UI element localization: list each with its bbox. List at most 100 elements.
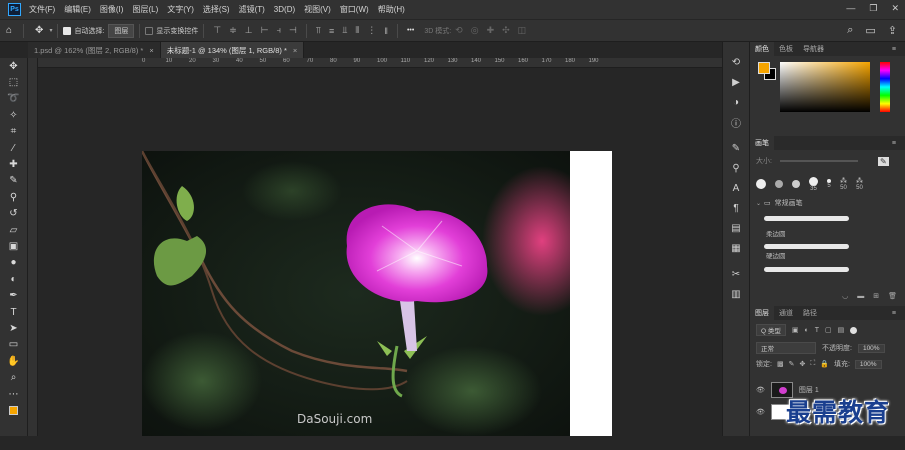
minimize-icon[interactable]: —: [846, 3, 855, 14]
brush-size-slider[interactable]: [779, 160, 858, 162]
align-hcenter-icon[interactable]: ⫞: [276, 25, 281, 36]
distribute-right-icon[interactable]: ‖: [384, 26, 388, 36]
pen-tool-icon[interactable]: ✒: [0, 287, 27, 303]
trash-icon[interactable]: 🗑: [888, 292, 897, 300]
eyedropper-icon[interactable]: ⁄: [0, 140, 27, 156]
tab-navigator[interactable]: 导航器: [798, 44, 829, 54]
eraser-tool-icon[interactable]: ▱: [0, 222, 27, 238]
orbit-3d-icon[interactable]: ⟲: [455, 25, 463, 36]
preset-round-icon[interactable]: [792, 180, 800, 188]
tab-1-psd[interactable]: 1.psd @ 162% (图层 2, RGB/8) * ×: [28, 42, 161, 58]
tab-brushes[interactable]: 画笔: [750, 136, 774, 150]
pan-3d-icon[interactable]: ✚: [487, 25, 495, 36]
filter-smart-icon[interactable]: ▤: [838, 326, 845, 334]
preset-soft-round-icon[interactable]: [775, 180, 783, 188]
clone-stamp-icon[interactable]: ⚲: [0, 189, 27, 205]
align-right-icon[interactable]: ⊣: [289, 25, 297, 36]
menu-window[interactable]: 窗口(W): [340, 4, 369, 15]
distribute-hcenter-icon[interactable]: ⋮: [367, 25, 376, 36]
shape-tool-icon[interactable]: ▭: [0, 337, 27, 353]
roll-3d-icon[interactable]: ◎: [471, 25, 479, 36]
align-vcenter-icon[interactable]: ≑: [229, 25, 237, 36]
zoom-tool-icon[interactable]: ⌕: [0, 369, 27, 385]
blur-tool-icon[interactable]: ●: [0, 255, 27, 271]
opacity-input[interactable]: 100%: [857, 343, 885, 353]
paragraph-icon[interactable]: ¶: [723, 198, 749, 218]
new-brush-icon[interactable]: ⊞: [873, 292, 879, 300]
canvas-area[interactable]: DaSouji.com: [38, 68, 722, 436]
align-top-icon[interactable]: ⊤: [213, 25, 221, 36]
brush-settings-icon[interactable]: ✎: [723, 138, 749, 158]
chevron-down-icon[interactable]: ▾: [49, 27, 52, 34]
menu-layer[interactable]: 图层(L): [132, 4, 158, 15]
distribute-bottom-icon[interactable]: ⫫: [342, 25, 347, 36]
distribute-vcenter-icon[interactable]: ≡: [329, 26, 334, 36]
panel-menu-icon[interactable]: ≡: [887, 46, 901, 53]
filter-adjust-icon[interactable]: ◐: [805, 327, 809, 334]
distribute-left-icon[interactable]: ⦀: [355, 25, 359, 36]
actions-play-icon[interactable]: ▶: [723, 72, 749, 92]
preset-50a[interactable]: ⁂ 50: [840, 177, 847, 191]
lock-move-icon[interactable]: ✥: [799, 360, 805, 368]
adjustments-icon[interactable]: ◑: [723, 92, 749, 112]
move-tool-icon[interactable]: ✥: [35, 25, 43, 36]
new-brush-icon[interactable]: ✎: [877, 156, 889, 166]
character-icon[interactable]: A: [723, 178, 749, 198]
lock-paint-icon[interactable]: ✎: [789, 360, 795, 368]
hand-tool-icon[interactable]: ✋: [0, 353, 27, 369]
filter-shape-icon[interactable]: ▢: [825, 326, 832, 334]
tool-presets-icon[interactable]: ✂: [723, 264, 749, 284]
menu-filter[interactable]: 滤镜(T): [239, 4, 265, 15]
menu-select[interactable]: 选择(S): [203, 4, 230, 15]
history-brush-icon[interactable]: ↺: [0, 206, 27, 222]
clone-source-icon[interactable]: ⚲: [723, 158, 749, 178]
filter-type-icon[interactable]: T: [815, 327, 819, 334]
notes-icon[interactable]: ▦: [723, 238, 749, 258]
lock-transparent-icon[interactable]: ▩: [777, 360, 784, 368]
preset-50b[interactable]: ⁂ 50: [856, 177, 863, 191]
preset-hard-round-icon[interactable]: [756, 179, 766, 189]
properties-icon[interactable]: ▥: [723, 284, 749, 304]
healing-brush-icon[interactable]: ✚: [0, 156, 27, 172]
filter-pixel-icon[interactable]: ▣: [792, 326, 799, 334]
blend-mode-dropdown[interactable]: 正常: [756, 342, 816, 354]
tab-untitled-1[interactable]: 未标题-1 @ 134% (图层 1, RGB/8) * ×: [160, 42, 305, 58]
tab-paths[interactable]: 路径: [798, 308, 822, 318]
color-picker-field[interactable]: [780, 62, 870, 112]
menu-edit[interactable]: 编辑(E): [64, 4, 91, 15]
show-transform-checkbox[interactable]: [145, 26, 154, 35]
brush-preview-icon[interactable]: ◡: [842, 292, 848, 300]
auto-select-checkbox[interactable]: [63, 26, 72, 35]
preset-35[interactable]: 35: [809, 176, 818, 192]
layer-filter-dropdown[interactable]: Q 类型: [756, 324, 786, 336]
color-swatches-icon[interactable]: [0, 402, 27, 418]
visibility-eye-icon[interactable]: 👁: [756, 386, 765, 394]
gradient-tool-icon[interactable]: ▣: [0, 238, 27, 254]
menu-image[interactable]: 图像(I): [100, 4, 124, 15]
workspace-icon[interactable]: ▭: [865, 24, 875, 37]
menu-3d[interactable]: 3D(D): [274, 5, 295, 14]
info-icon[interactable]: ⓘ: [723, 112, 749, 132]
preset-5[interactable]: 5: [827, 179, 831, 189]
slide-3d-icon[interactable]: ✣: [502, 25, 510, 36]
fill-input[interactable]: 100%: [854, 359, 882, 369]
path-select-icon[interactable]: ➤: [0, 320, 27, 336]
dodge-tool-icon[interactable]: ◐: [0, 271, 27, 287]
brush-group-header[interactable]: ⌄ ▭ 常规画笔: [750, 196, 905, 210]
tab-color[interactable]: 颜色: [750, 42, 774, 56]
lasso-tool-icon[interactable]: ➰: [0, 91, 27, 107]
search-icon[interactable]: ⌕: [847, 24, 853, 37]
brush-item-hard-round[interactable]: 硬边圆: [750, 253, 905, 276]
close-icon[interactable]: ×: [293, 46, 297, 55]
auto-select-dropdown[interactable]: 图层: [108, 23, 135, 38]
share-icon[interactable]: ⇪: [888, 24, 897, 37]
move-tool-icon[interactable]: ✥: [0, 58, 27, 74]
menu-file[interactable]: 文件(F): [29, 4, 55, 15]
camera-3d-icon[interactable]: ◫: [518, 25, 527, 36]
filter-toggle-icon[interactable]: [850, 326, 858, 334]
visibility-eye-icon[interactable]: 👁: [756, 408, 765, 416]
lock-artboard-icon[interactable]: ⛶: [810, 360, 815, 368]
menu-view[interactable]: 视图(V): [304, 4, 331, 15]
more-options-button[interactable]: •••: [407, 27, 414, 34]
panel-menu-icon[interactable]: ≡: [887, 310, 901, 317]
